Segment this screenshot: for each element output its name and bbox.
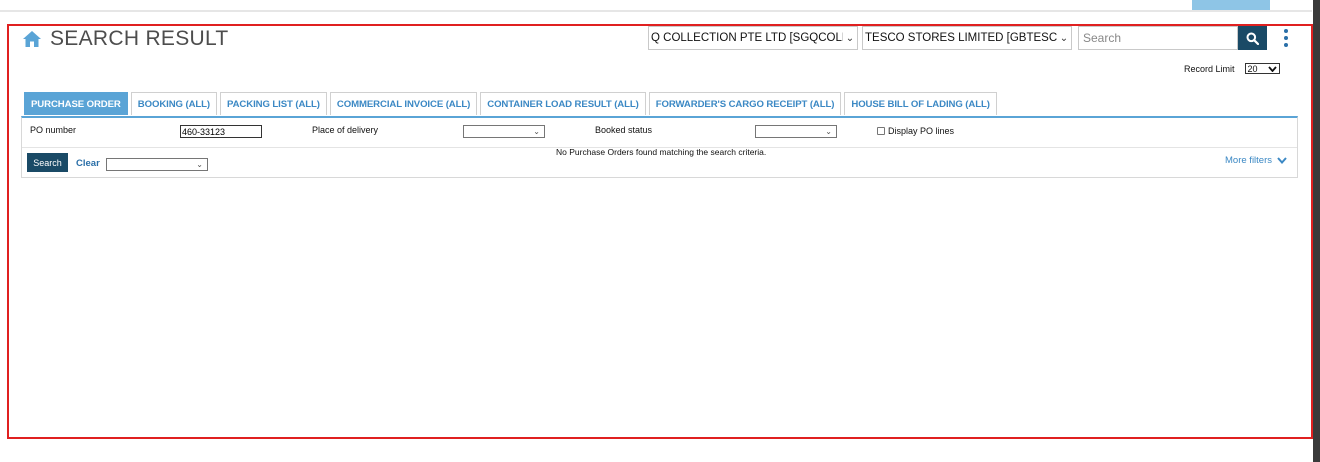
page-title-text: SEARCH RESULT [50,27,229,50]
search-submit-button[interactable]: Search [27,153,68,172]
place-of-delivery-select[interactable]: ⌄ [463,125,545,138]
place-of-delivery-label: Place of delivery [312,125,379,135]
display-po-lines-checkbox[interactable] [877,127,885,135]
customer-select-value: TESCO STORES LIMITED [GBTESCO] [865,32,1057,44]
document-tabs: PURCHASE ORDER BOOKING (ALL) PACKING LIS… [24,92,997,116]
more-filters-link[interactable]: More filters [1225,155,1287,166]
tab-commercial-invoice[interactable]: COMMERCIAL INVOICE (ALL) [329,92,478,115]
top-divider [0,10,1312,12]
chevron-down-icon [1267,65,1277,72]
chevron-down-icon: ⌄ [1059,32,1069,44]
global-search-input[interactable] [1078,26,1238,50]
chevron-down-icon: ⌄ [533,127,540,136]
company-select[interactable]: Q COLLECTION PTE LTD [SGQCOLLECTION] ⌄ [648,26,858,50]
record-limit-label: Record Limit [1184,63,1235,74]
chevron-down-icon: ⌄ [845,32,855,44]
more-filters-label: More filters [1225,155,1272,166]
po-number-label: PO number [30,125,77,135]
top-partial-button[interactable] [1192,0,1270,10]
record-limit: Record Limit 20 [1184,63,1280,74]
tab-packing-list[interactable]: PACKING LIST (ALL) [220,92,327,115]
tab-house-bill-of-lading[interactable]: HOUSE BILL OF LADING (ALL) [844,92,997,115]
no-results-message: No Purchase Orders found matching the se… [556,147,767,157]
tab-forwarders-cargo-receipt[interactable]: FORWARDER'S CARGO RECEIPT (ALL) [648,92,842,115]
display-po-lines[interactable]: Display PO lines [877,126,954,136]
record-limit-value: 20 [1247,63,1258,74]
record-limit-select[interactable]: 20 [1244,63,1280,74]
chevron-down-icon: ⌄ [825,127,832,136]
chevron-down-icon: ⌄ [196,160,203,169]
company-select-value: Q COLLECTION PTE LTD [SGQCOLLECTION] [651,32,843,44]
tab-container-load-result[interactable]: CONTAINER LOAD RESULT (ALL) [480,92,646,115]
home-icon[interactable] [22,30,42,48]
tab-purchase-order[interactable]: PURCHASE ORDER [24,92,128,115]
page-title: SEARCH RESULT [22,27,229,51]
booked-status-select[interactable]: ⌄ [755,125,837,138]
chevron-down-icon [1277,157,1287,164]
po-number-input[interactable] [180,125,262,138]
saved-filter-select[interactable]: ⌄ [106,158,208,171]
filter-panel: PO number Place of delivery ⌄ Booked sta… [21,116,1298,178]
search-button[interactable] [1238,26,1267,50]
display-po-lines-label: Display PO lines [888,126,955,136]
clear-button[interactable]: Clear [76,158,100,169]
kebab-menu-icon[interactable] [1280,29,1292,47]
booked-status-label: Booked status [595,125,653,135]
window-scrollbar[interactable] [1313,0,1320,462]
search-icon [1246,32,1259,45]
tab-booking[interactable]: BOOKING (ALL) [130,92,218,115]
customer-select[interactable]: TESCO STORES LIMITED [GBTESCO] ⌄ [862,26,1072,50]
selection-frame [7,24,1313,439]
